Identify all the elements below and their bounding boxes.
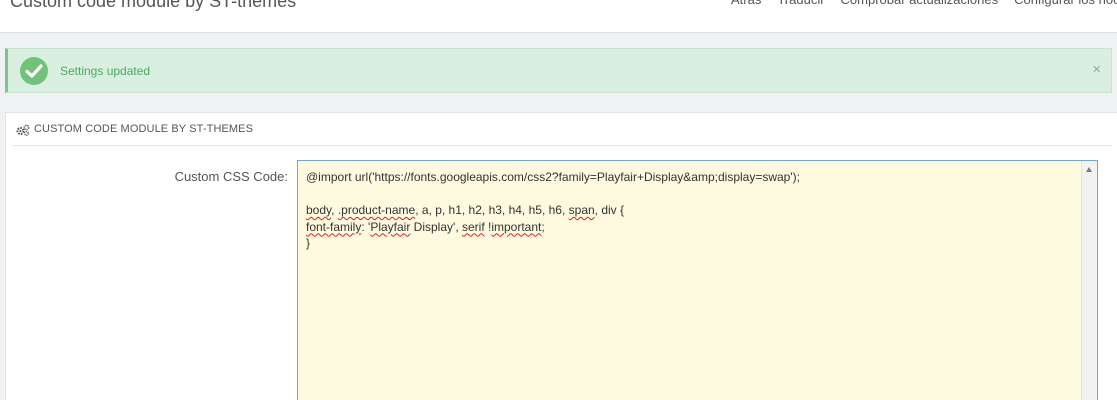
toolbar: Atrás Traducir Comprobar actualizaciones… — [731, 0, 1117, 9]
toolbar-configure-hooks-link[interactable]: Configurar los hooks — [1014, 0, 1117, 9]
page: Custom code module by ST-themes Atrás Tr… — [0, 0, 1117, 400]
alert-message: Settings updated — [60, 64, 151, 78]
check-circle-icon — [20, 57, 48, 85]
custom-css-textarea[interactable]: @import url('https://fonts.googleapis.co… — [297, 160, 1098, 400]
misspelled-token: serif — [461, 219, 485, 234]
toolbar-translate-link[interactable]: Traducir — [777, 0, 824, 9]
page-header: Custom code module by ST-themes Atrás Tr… — [0, 0, 1117, 33]
code-token: , a, p, h1, h2, h3, h4, h5, h6, — [415, 203, 569, 217]
scroll-up-arrow-icon[interactable] — [1086, 167, 1092, 172]
misspelled-token: Playfair — [370, 219, 411, 234]
code-token: , div { — [594, 203, 625, 217]
panel-heading: CUSTOM CODE MODULE BY ST-THEMES — [12, 113, 1112, 146]
css-code-content: @import url('https://fonts.googleapis.co… — [306, 169, 1076, 252]
toolbar-check-updates-link[interactable]: Comprobar actualizaciones — [841, 0, 999, 9]
misspelled-token: important — [491, 219, 542, 234]
misspelled-token: span — [568, 203, 595, 217]
code-token: Display', — [410, 219, 462, 234]
gears-icon — [16, 123, 30, 141]
close-icon[interactable]: × — [1092, 62, 1101, 78]
code-token: } — [306, 236, 311, 250]
panel-title: CUSTOM CODE MODULE BY ST-THEMES — [34, 123, 254, 135]
code-line: body, .product-name, a, p, h1, h2, h3, h… — [306, 202, 1076, 219]
textarea-scrollbar[interactable] — [1081, 161, 1097, 400]
code-token: ; — [541, 219, 545, 234]
code-line: } — [306, 235, 1076, 252]
custom-css-label: Custom CSS Code: — [174, 169, 288, 184]
success-alert: Settings updated × — [5, 48, 1112, 93]
toolbar-back-link[interactable]: Atrás — [731, 0, 761, 9]
misspelled-token: body — [306, 203, 332, 217]
code-line: @import url('https://fonts.googleapis.co… — [306, 169, 1076, 186]
misspelled-token: .product-name — [337, 203, 416, 217]
page-title: Custom code module by ST-themes — [10, 0, 297, 11]
code-line: font-family: 'Playfair Display', serif !… — [306, 219, 1076, 236]
code-token: : ' — [361, 219, 371, 234]
misspelled-token: font-family — [306, 219, 362, 234]
code-token: @import url('https://fonts.googleapis.co… — [306, 170, 800, 184]
code-token: , — [331, 203, 338, 217]
